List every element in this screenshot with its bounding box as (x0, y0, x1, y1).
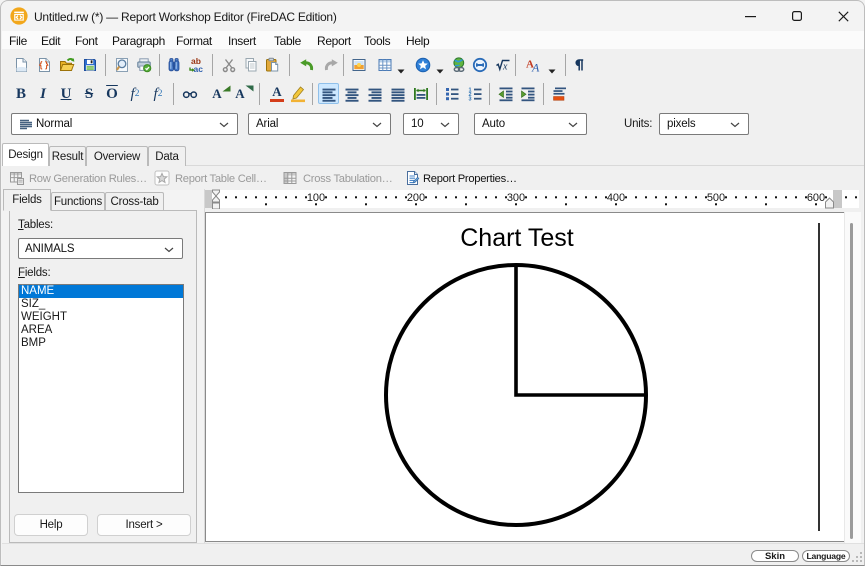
svg-text:3: 3 (469, 97, 472, 102)
svg-text:300: 300 (507, 192, 525, 204)
svg-text:500: 500 (707, 192, 725, 204)
svg-text:x: x (502, 62, 508, 73)
svg-text:100: 100 (307, 192, 325, 204)
svg-text:400: 400 (607, 192, 625, 204)
svg-text:ac: ac (194, 64, 204, 73)
svg-text:600: 600 (807, 192, 825, 204)
svg-text:A: A (531, 61, 540, 74)
svg-text:200: 200 (407, 192, 425, 204)
